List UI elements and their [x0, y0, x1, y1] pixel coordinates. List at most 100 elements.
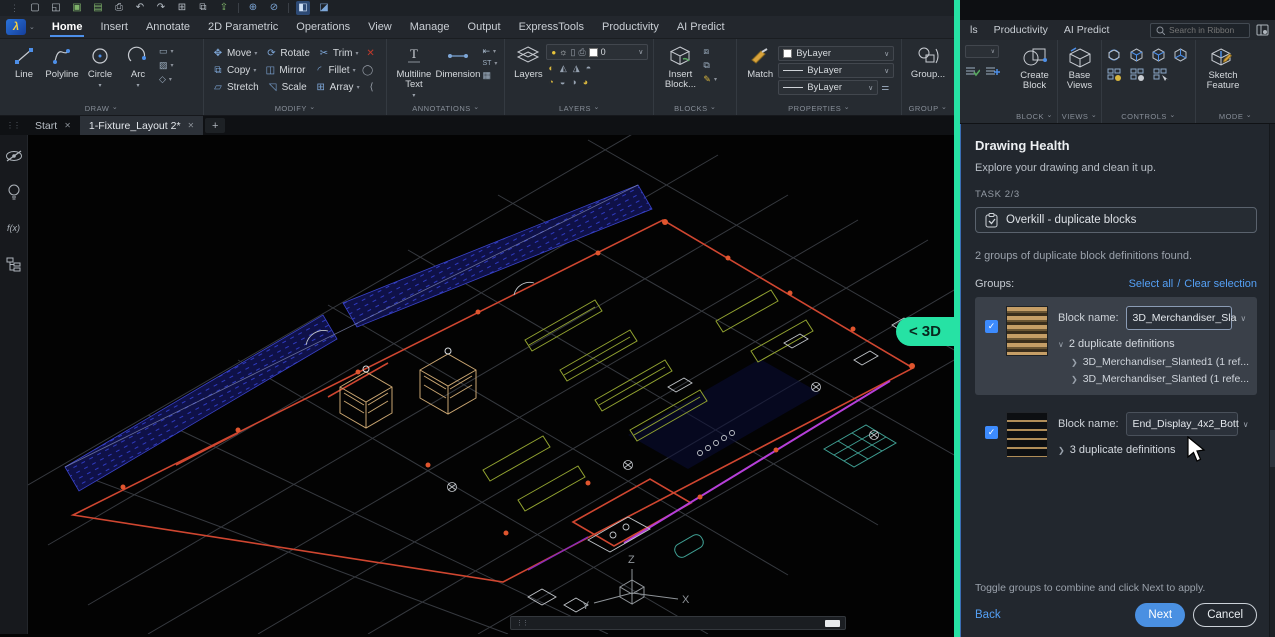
tab-expresstools[interactable]: ExpressTools	[510, 16, 593, 38]
search-input[interactable]	[1169, 25, 1244, 35]
block-name-select[interactable]: 3D_Merchandiser_Sla ∨	[1126, 306, 1232, 330]
redo-icon[interactable]: ↷	[154, 1, 168, 15]
line-button[interactable]: Line	[5, 42, 43, 80]
doc-tab-fixture-layout[interactable]: 1-Fixture_Layout 2* ✕	[80, 116, 203, 135]
linetype-select[interactable]: ByLayer ∨	[778, 63, 894, 78]
text-style-icon[interactable]: ST▾	[482, 60, 497, 67]
cloud-panel-icon[interactable]	[1270, 393, 1275, 430]
array-button[interactable]: ⊞Array▾	[312, 80, 363, 95]
drawing-canvas[interactable]: ZXY ⋮⋮	[28, 135, 954, 634]
next-button[interactable]: Next	[1135, 603, 1185, 627]
arc-button[interactable]: Arc ▾	[119, 42, 157, 91]
view-cube-axes-icon[interactable]	[1173, 48, 1188, 62]
structure-tree-icon[interactable]	[5, 255, 23, 273]
tab-productivity[interactable]: Productivity	[986, 20, 1056, 40]
grid-light-on-icon[interactable]	[1107, 68, 1123, 82]
layer-select[interactable]: ● ☼ ▯ ⎙ 0 ∨	[546, 44, 648, 60]
close-icon[interactable]: ✕	[64, 121, 71, 130]
block-editor-icon[interactable]: ⧈	[703, 46, 717, 57]
tab-2d-parametric[interactable]: 2D Parametric	[199, 16, 287, 38]
back-link[interactable]: Back	[975, 609, 1001, 621]
duplicate-definition-item[interactable]: ❯ 3D_Merchandiser_Slanted (1 refe...	[1071, 373, 1249, 385]
tab-expresstools-truncated[interactable]: ls	[962, 20, 986, 40]
3d-toggle-button[interactable]: < 3D	[896, 317, 954, 346]
tab-operations[interactable]: Operations	[287, 16, 359, 38]
layer-tool-icon[interactable]: ◓	[586, 63, 591, 74]
copy-button[interactable]: ⧉Copy▾	[209, 63, 259, 78]
view-cube-icon[interactable]	[1129, 48, 1144, 62]
view-cube-sphere-icon[interactable]	[1107, 48, 1122, 62]
doc-tab-start[interactable]: Start ✕	[26, 116, 80, 135]
print-icon[interactable]: ⎙	[112, 1, 126, 15]
blocks-panel-icon[interactable]	[1270, 208, 1275, 245]
toolbar-grip[interactable]: ⋮	[10, 3, 19, 14]
trim-button[interactable]: ✂Trim▾	[315, 46, 362, 61]
partial-dropdown[interactable]: ∨	[965, 45, 999, 58]
view-cube-icon[interactable]	[1151, 48, 1166, 62]
explore-balloon-icon[interactable]	[1270, 356, 1275, 393]
group-label-mode[interactable]: MODE	[1196, 112, 1275, 123]
tab-bar-grip[interactable]: ⋮⋮	[0, 121, 26, 130]
tab-insert[interactable]: Insert	[91, 16, 137, 38]
layer-add-icon[interactable]	[985, 64, 1000, 77]
open-folder-icon[interactable]: ◱	[49, 1, 63, 15]
create-block-button[interactable]: Create Block	[1017, 43, 1052, 91]
duplicate-definitions-toggle[interactable]: ❯ 3 duplicate definitions	[1058, 444, 1249, 456]
block-attach-icon[interactable]: ⧉	[703, 60, 717, 71]
grid-select-icon[interactable]	[1153, 68, 1169, 82]
command-bar-grip[interactable]: ⋮⋮	[516, 619, 528, 627]
save-as-icon[interactable]: ▤	[91, 1, 105, 15]
dimension-button[interactable]: Dimension	[435, 42, 480, 80]
render-panel-icon[interactable]	[1270, 319, 1275, 356]
clear-selection-link[interactable]: Clear selection	[1184, 278, 1257, 290]
group-checkbox[interactable]: ✓	[985, 426, 998, 439]
expression-icon[interactable]: f(x)	[5, 219, 23, 237]
group-button[interactable]: Group...	[907, 42, 949, 80]
tab-output[interactable]: Output	[459, 16, 510, 38]
group-label-draw[interactable]: DRAW	[0, 104, 203, 115]
tab-manage[interactable]: Manage	[401, 16, 459, 38]
tab-home[interactable]: Home	[43, 16, 92, 38]
layer-tool-icon[interactable]: ◑	[571, 77, 576, 87]
select-all-link[interactable]: Select all	[1129, 278, 1174, 290]
duplicate-group-card-1[interactable]: ✓ Block name: 3D_Merchandiser_Sla ∨ ∨	[975, 297, 1257, 395]
group-label-blocks[interactable]: BLOCKS	[654, 104, 736, 115]
group-label-annotations[interactable]: ANNOTATIONS	[387, 104, 504, 115]
group-label-groups[interactable]: GROUP	[902, 104, 954, 115]
layers-button[interactable]: Layers	[510, 42, 546, 80]
group-label-views[interactable]: VIEWS	[1058, 112, 1101, 123]
render-3d-icon[interactable]: ◪	[317, 1, 331, 15]
layer-tool-icon[interactable]: ◭	[560, 63, 567, 74]
insert-block-button[interactable]: Insert Block...	[659, 42, 701, 90]
mirror-button[interactable]: ◫Mirror	[261, 63, 308, 78]
insert-ref-icon[interactable]: ⊞	[175, 1, 189, 15]
ribbon-config-icon[interactable]	[1256, 24, 1269, 36]
close-icon[interactable]: ✕	[188, 121, 195, 130]
properties-settings-icon[interactable]: ⚌	[881, 82, 889, 93]
rectangle-tool-icon[interactable]: ▭▾	[159, 46, 174, 57]
app-logo[interactable]: λ	[6, 19, 26, 35]
move-button[interactable]: ✥Move▾	[209, 46, 260, 61]
visual-style-icon[interactable]: ◧	[296, 1, 310, 15]
grid-light-off-icon[interactable]	[1130, 68, 1146, 82]
group-label-properties[interactable]: PROPERTIES	[737, 104, 901, 115]
layer-tool-icon[interactable]: ◔	[548, 77, 553, 87]
rotate-button[interactable]: ⟳Rotate	[262, 46, 312, 61]
duplicate-group-card-2[interactable]: ✓ Block name: End_Display_4x2_Bott ∨ ❯	[975, 403, 1257, 468]
multiline-text-button[interactable]: T Multiline Text ▾	[392, 42, 435, 101]
undo-icon[interactable]: ↶	[133, 1, 147, 15]
break-icon[interactable]: ⟨	[365, 82, 379, 93]
group-label-layers[interactable]: LAYERS	[505, 104, 653, 115]
table-icon[interactable]: ▦	[482, 70, 497, 81]
layer-tool-icon[interactable]: ◐	[548, 63, 553, 74]
circle-button[interactable]: Circle ▾	[81, 42, 119, 91]
match-button[interactable]: Match	[742, 42, 778, 80]
task-box[interactable]: Overkill - duplicate blocks	[975, 207, 1257, 233]
command-bar[interactable]: ⋮⋮	[510, 616, 846, 630]
region-tool-icon[interactable]: ◇▾	[159, 74, 174, 85]
hide-objects-icon[interactable]	[5, 147, 23, 165]
leader-icon[interactable]: ⇤▾	[482, 46, 497, 57]
hatch-tool-icon[interactable]: ▨▾	[159, 60, 174, 71]
light-source-icon[interactable]	[5, 183, 23, 201]
base-views-button[interactable]: Base Views	[1063, 43, 1096, 91]
